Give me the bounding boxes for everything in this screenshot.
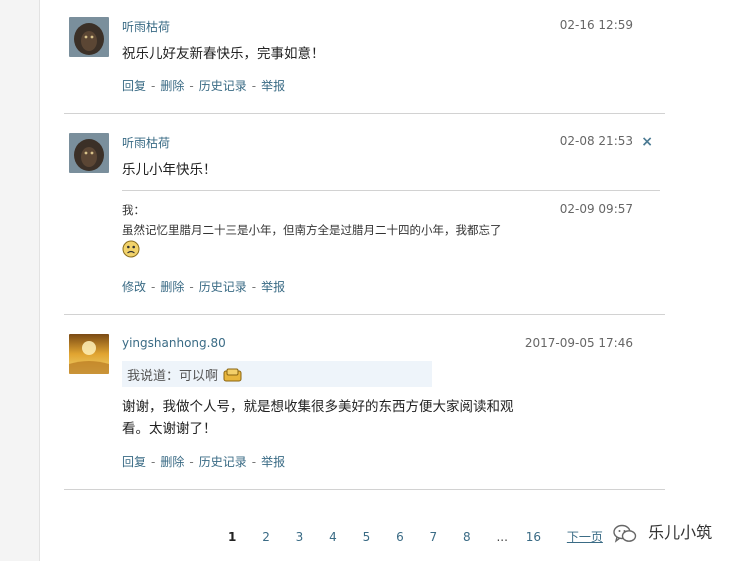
report-link[interactable]: 举报 — [261, 280, 285, 294]
comment-text-line-1: 谢谢，我做个人号，就是想收集很多美好的东西方便大家阅读和观 — [122, 399, 514, 415]
comment-actions: 回复 - 删除 - 历史记录 - 举报 — [122, 79, 286, 93]
history-link[interactable]: 历史记录 — [199, 79, 247, 93]
emoji-icon — [223, 368, 242, 382]
report-link[interactable]: 举报 — [261, 455, 285, 469]
delete-link[interactable]: 删除 — [160, 455, 184, 469]
page-link[interactable]: 6 — [396, 530, 404, 544]
pagination-ellipsis: ... — [496, 530, 508, 544]
page-link[interactable]: 3 — [296, 530, 304, 544]
avatar[interactable] — [69, 334, 109, 374]
reply-link[interactable]: 回复 — [122, 79, 146, 93]
history-link[interactable]: 历史记录 — [199, 280, 247, 294]
comment-time: 02-08 21:53 — [559, 134, 633, 148]
reply-label: 我： — [122, 203, 145, 217]
comment-actions: 回复 - 删除 - 历史记录 - 举报 — [122, 455, 286, 469]
history-link[interactable]: 历史记录 — [199, 455, 247, 469]
comment-divider — [64, 489, 665, 490]
comment-text: 乐儿小年快乐！ — [122, 162, 217, 178]
page-link-current[interactable]: 1 — [228, 530, 236, 544]
next-page-link[interactable]: 下一页 — [567, 528, 603, 545]
comment-item: 听雨枯荷 02-08 21:53 × 乐儿小年快乐！ 我： 02-09 09:5… — [64, 114, 665, 314]
watermark-text: 乐儿小筑 — [648, 523, 713, 542]
avatar[interactable] — [69, 133, 109, 173]
comment-text: 祝乐儿好友新春快乐，完事如意！ — [122, 46, 325, 62]
page-link[interactable]: 8 — [463, 530, 471, 544]
report-link[interactable]: 举报 — [261, 79, 285, 93]
page-link[interactable]: 4 — [329, 530, 337, 544]
delete-link[interactable]: 删除 — [160, 79, 184, 93]
comment-item: 听雨枯荷 02-16 12:59 祝乐儿好友新春快乐，完事如意！ 回复 - 删除 - 历… — [64, 0, 665, 113]
comment-author[interactable]: yingshanhong.80 — [122, 336, 226, 350]
avatar[interactable] — [69, 17, 109, 57]
wechat-icon — [613, 524, 637, 543]
reply-time: 02-09 09:57 — [559, 202, 633, 216]
comment-text-line-2: 看。太谢谢了！ — [122, 421, 217, 437]
edit-link[interactable]: 修改 — [122, 280, 146, 294]
comment-author[interactable]: 听雨枯荷 — [122, 134, 170, 151]
comment-time: 2017-09-05 17:46 — [524, 336, 633, 350]
reply-link[interactable]: 回复 — [122, 455, 146, 469]
left-gutter — [0, 0, 40, 561]
page-link-last[interactable]: 16 — [526, 530, 541, 544]
sad-face-emoji — [122, 240, 140, 261]
comment-actions: 修改 - 删除 - 历史记录 - 举报 — [122, 280, 286, 294]
quote-box: 我说道：可以啊 — [122, 361, 432, 387]
comment-author[interactable]: 听雨枯荷 — [122, 18, 170, 35]
reply-text: 虽然记忆里腊月二十三是小年，但南方全是过腊月二十四的小年，我都忘了 — [122, 223, 502, 237]
watermark: 乐儿小筑 — [613, 519, 712, 544]
close-icon[interactable]: × — [641, 134, 653, 150]
page-link[interactable]: 7 — [430, 530, 438, 544]
delete-link[interactable]: 删除 — [160, 280, 184, 294]
comment-time: 02-16 12:59 — [559, 18, 633, 32]
comment-item: yingshanhong.80 2017-09-05 17:46 我说道：可以啊… — [64, 315, 665, 489]
pagination: 1 2 3 4 5 6 7 8 ... 16 下一页 — [228, 528, 603, 545]
page-link[interactable]: 2 — [262, 530, 270, 544]
quote-text: 我说道：可以啊 — [127, 369, 219, 384]
reply-divider — [122, 190, 660, 191]
page-link[interactable]: 5 — [363, 530, 371, 544]
